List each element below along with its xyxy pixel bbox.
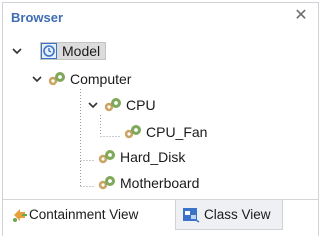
tab-containment-view[interactable]: Containment View: [9, 200, 171, 230]
tab-label: Class View: [204, 207, 271, 222]
class-view-icon: [183, 208, 200, 223]
tree-node-label: Hard_Disk: [120, 149, 186, 165]
browser-panel: Browser ✕ Model Computer CPU CPU_Fan Har…: [2, 2, 319, 237]
panel-titlebar: Browser ✕: [3, 3, 318, 31]
tree-node-label: Computer: [70, 71, 132, 87]
tree-node-label: CPU: [126, 97, 156, 113]
tab-class-view[interactable]: Class View: [175, 200, 283, 230]
chevron-down-icon[interactable]: [11, 45, 23, 57]
tree-node-model[interactable]: Model: [3, 41, 318, 61]
tree-node-hard-disk[interactable]: Hard_Disk: [3, 147, 318, 167]
model-tree: Model Computer CPU CPU_Fan Hard_Disk Mot…: [3, 33, 318, 195]
chevron-down-icon[interactable]: [31, 73, 43, 85]
tree-node-label: Motherboard: [120, 175, 200, 191]
component-icon: [124, 125, 141, 139]
tree-node-label: Model: [62, 43, 101, 59]
close-icon[interactable]: ✕: [292, 7, 310, 25]
component-icon: [98, 176, 115, 190]
chevron-down-icon[interactable]: [87, 99, 99, 111]
tab-label: Containment View: [29, 207, 139, 222]
model-icon: [41, 43, 57, 59]
containment-view-icon: [13, 209, 27, 222]
component-icon: [98, 150, 115, 164]
component-icon: [104, 98, 121, 112]
tree-node-label: CPU_Fan: [146, 124, 208, 140]
panel-title: Browser: [11, 10, 64, 25]
tree-node-cpu[interactable]: CPU: [3, 95, 318, 115]
tree-node-motherboard[interactable]: Motherboard: [3, 173, 318, 193]
tree-node-cpu-fan[interactable]: CPU_Fan: [3, 122, 318, 142]
tree-node-computer[interactable]: Computer: [3, 69, 318, 89]
component-icon: [48, 72, 65, 86]
view-tabs: Containment View Class View: [3, 199, 318, 237]
